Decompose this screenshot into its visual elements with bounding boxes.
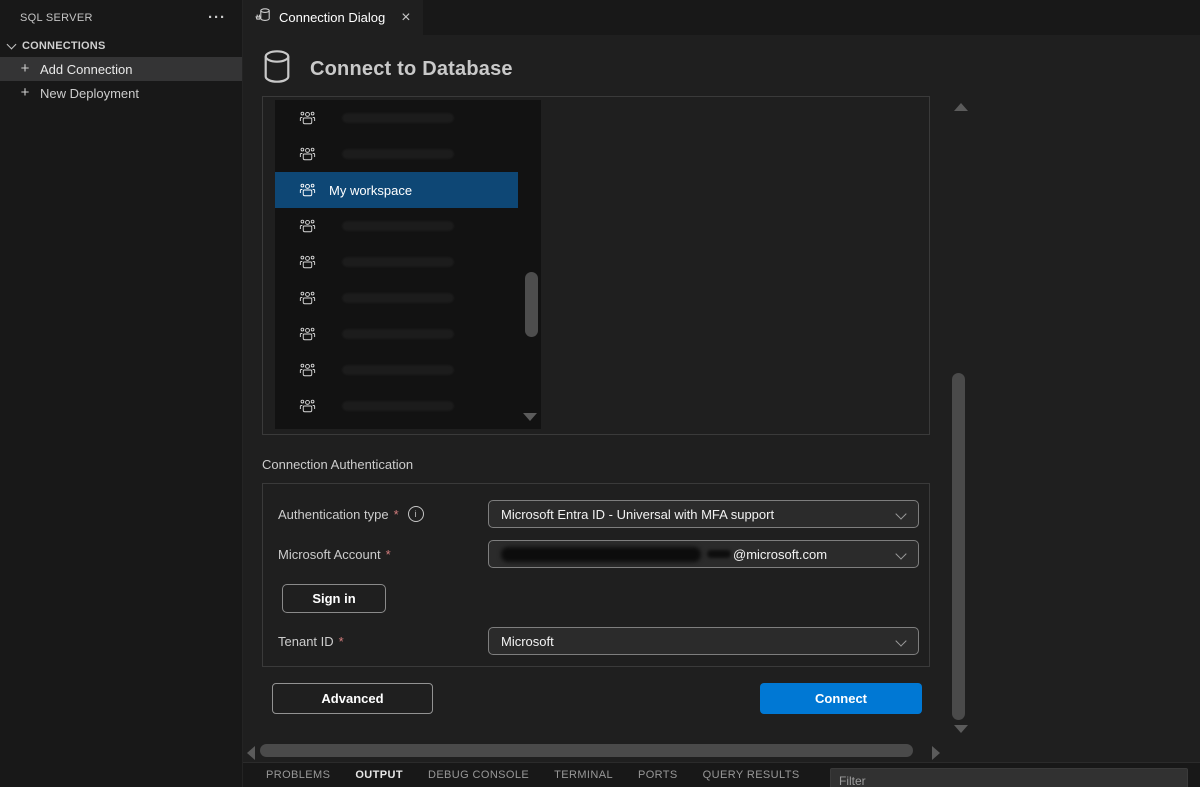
redacted-text (342, 293, 454, 303)
dropdown-value: Microsoft (501, 634, 554, 649)
more-actions-icon[interactable]: ··· (208, 13, 226, 23)
tab-label: Connection Dialog (279, 10, 385, 25)
workspace-list-item[interactable] (275, 316, 518, 352)
sidebar-item-new-deployment[interactable]: + New Deployment (0, 81, 242, 105)
required-asterisk: * (386, 547, 391, 562)
database-icon (262, 49, 292, 90)
tab-connection-dialog[interactable]: Connection Dialog × (243, 0, 423, 35)
plus-icon: + (17, 61, 33, 77)
info-icon[interactable]: i (408, 506, 424, 522)
workspace-people-icon (299, 182, 316, 199)
redacted-email-prefix (707, 550, 731, 558)
dropdown-value: Microsoft Entra ID - Universal with MFA … (501, 507, 774, 522)
dialog-title: Connect to Database (310, 58, 513, 81)
workspace-browser: My workspace (262, 96, 930, 435)
required-asterisk: * (339, 634, 344, 649)
redacted-text (342, 113, 454, 123)
sign-in-button[interactable]: Sign in (282, 584, 386, 613)
redacted-text (342, 257, 454, 267)
workspace-list-item[interactable] (275, 244, 518, 280)
workspace-list-item-my-workspace[interactable]: My workspace (275, 172, 518, 208)
connections-section-label: CONNECTIONS (22, 40, 105, 52)
redacted-text (342, 221, 454, 231)
redacted-text (342, 365, 454, 375)
auth-section-title: Connection Authentication (262, 457, 413, 472)
tab-ports[interactable]: PORTS (638, 769, 678, 781)
advanced-button[interactable]: Advanced (272, 683, 433, 714)
workspace-people-icon (299, 326, 316, 343)
authentication-type-label: Authentication type * i (278, 500, 424, 528)
workspace-people-icon (299, 218, 316, 235)
workspace-people-icon (299, 362, 316, 379)
tenant-id-dropdown[interactable]: Microsoft (488, 627, 919, 655)
scroll-right-icon[interactable] (932, 746, 940, 760)
chevron-down-icon (895, 508, 906, 519)
chevron-down-icon (895, 635, 906, 646)
connect-button[interactable]: Connect (760, 683, 922, 714)
required-asterisk: * (394, 507, 399, 522)
workspace-list: My workspace (275, 100, 541, 429)
connection-dialog-icon (255, 7, 271, 28)
workspace-list-item[interactable] (275, 280, 518, 316)
scroll-up-icon[interactable] (954, 103, 968, 111)
plus-icon: + (17, 85, 33, 101)
workspace-list-item[interactable] (275, 100, 518, 136)
workspace-people-icon (299, 290, 316, 307)
horizontal-scrollbar[interactable] (260, 744, 913, 757)
dialog-header: Connect to Database (262, 49, 513, 90)
auth-fieldset: Authentication type * i Microsoft Entra … (262, 483, 930, 667)
sidebar-item-label: Add Connection (40, 62, 133, 77)
redacted-email-prefix (501, 547, 701, 562)
chevron-down-icon (7, 39, 17, 49)
authentication-type-dropdown[interactable]: Microsoft Entra ID - Universal with MFA … (488, 500, 919, 528)
redacted-text (342, 401, 454, 411)
main-area: Connection Dialog × Connect to Database (243, 0, 1200, 787)
sidebar-item-add-connection[interactable]: + Add Connection (0, 57, 242, 81)
tab-debug-console[interactable]: DEBUG CONSOLE (428, 769, 529, 781)
redacted-text (342, 149, 454, 159)
workspace-list-item[interactable] (275, 208, 518, 244)
workspace-people-icon (299, 254, 316, 271)
scroll-left-icon[interactable] (247, 746, 255, 760)
workspace-people-icon (299, 146, 316, 163)
workspace-people-icon (299, 110, 316, 127)
workspace-list-scrollbar[interactable] (525, 272, 538, 337)
vscode-window: SQL SERVER ··· CONNECTIONS + Add Connect… (0, 0, 1200, 787)
tab-query-results[interactable]: QUERY RESULTS (703, 769, 800, 781)
vertical-scrollbar[interactable] (952, 373, 965, 720)
sidebar-title: SQL SERVER (20, 12, 93, 24)
workspace-people-icon (299, 398, 316, 415)
tab-terminal[interactable]: TERMINAL (554, 769, 613, 781)
chevron-down-icon (895, 548, 906, 559)
microsoft-account-dropdown[interactable]: @microsoft.com (488, 540, 919, 568)
workspace-list-item[interactable] (275, 388, 518, 424)
sidebar-item-label: New Deployment (40, 86, 139, 101)
scroll-down-icon[interactable] (954, 725, 968, 733)
filter-input[interactable] (830, 768, 1188, 787)
tab-output[interactable]: OUTPUT (355, 769, 403, 781)
connections-section-header[interactable]: CONNECTIONS (0, 35, 242, 57)
editor-tab-bar: Connection Dialog × (243, 0, 1200, 35)
microsoft-account-label: Microsoft Account * (278, 540, 391, 568)
sidebar-header: SQL SERVER ··· (0, 0, 242, 35)
tenant-id-label: Tenant ID * (278, 627, 344, 655)
workspace-label: My workspace (329, 183, 412, 198)
workspace-list-item[interactable] (275, 136, 518, 172)
redacted-text (342, 329, 454, 339)
connection-dialog-webview: Connect to Database (243, 35, 1200, 762)
scroll-down-icon[interactable] (523, 413, 537, 421)
tab-problems[interactable]: PROBLEMS (266, 769, 330, 781)
close-icon[interactable]: × (401, 10, 410, 26)
bottom-panel: PROBLEMS OUTPUT DEBUG CONSOLE TERMINAL P… (243, 762, 1200, 787)
sidebar-sql-server: SQL SERVER ··· CONNECTIONS + Add Connect… (0, 0, 243, 787)
dropdown-value: @microsoft.com (733, 547, 827, 562)
workspace-list-item[interactable] (275, 352, 518, 388)
